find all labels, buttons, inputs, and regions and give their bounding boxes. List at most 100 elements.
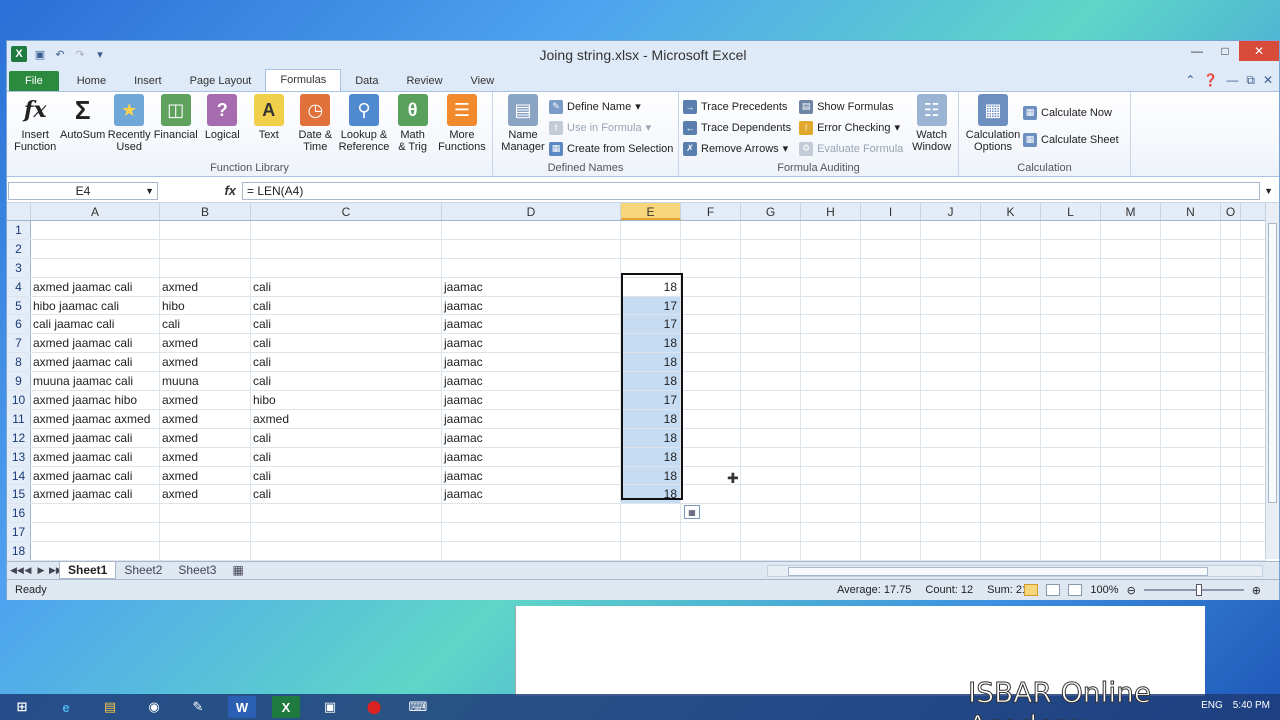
cell-j9[interactable] <box>921 372 981 391</box>
cell-a18[interactable] <box>31 542 160 561</box>
column-header-i[interactable]: I <box>861 203 921 220</box>
cell-b16[interactable] <box>160 504 251 523</box>
row-header[interactable]: 9 <box>7 372 31 391</box>
vertical-scrollbar[interactable] <box>1265 203 1279 559</box>
cell-l3[interactable] <box>1041 258 1101 277</box>
row-header[interactable]: 2 <box>7 239 31 258</box>
paint-icon[interactable]: ✎ <box>184 696 212 718</box>
cell-e12[interactable]: 18 <box>621 428 681 447</box>
row-header[interactable]: 4 <box>7 277 31 296</box>
cell-o16[interactable] <box>1221 504 1241 523</box>
cell-a8[interactable]: axmed jaamac cali <box>31 353 160 372</box>
use-in-formula-button[interactable]: f Use in Formula ▾ <box>549 119 673 136</box>
cell-e5[interactable]: 17 <box>621 296 681 315</box>
trace-precedents-button[interactable]: → Trace Precedents <box>683 98 791 115</box>
cell-k18[interactable] <box>981 542 1041 561</box>
cell-m7[interactable] <box>1101 334 1161 353</box>
cell-h2[interactable] <box>801 239 861 258</box>
cell-g17[interactable] <box>741 523 801 542</box>
column-header-d[interactable]: D <box>442 203 621 220</box>
cell-c3[interactable] <box>251 258 442 277</box>
cell-f18[interactable] <box>681 542 741 561</box>
name-box[interactable]: E4 ▼ <box>8 181 158 200</box>
name-box-dropdown-icon[interactable]: ▼ <box>145 183 154 199</box>
cell-e14[interactable]: 18 <box>621 466 681 485</box>
row-header[interactable]: 8 <box>7 353 31 372</box>
cell-h18[interactable] <box>801 542 861 561</box>
cell-o8[interactable] <box>1221 353 1241 372</box>
column-header-l[interactable]: L <box>1041 203 1101 220</box>
row-header[interactable]: 16 <box>7 504 31 523</box>
notes-icon[interactable]: ▣ <box>316 696 344 718</box>
zoom-slider[interactable] <box>1143 584 1244 596</box>
cell-f10[interactable] <box>681 391 741 409</box>
column-header-f[interactable]: F <box>681 203 741 220</box>
cell-e2[interactable] <box>621 239 681 258</box>
vertical-scroll-thumb[interactable] <box>1268 223 1277 503</box>
select-all-corner[interactable] <box>7 203 31 220</box>
cell-e16[interactable] <box>621 504 681 523</box>
cell-c9[interactable]: cali <box>251 372 442 391</box>
cell-c14[interactable]: cali <box>251 466 442 485</box>
cell-i3[interactable] <box>861 258 921 277</box>
cell-i18[interactable] <box>861 542 921 561</box>
row-header[interactable]: 15 <box>7 485 31 504</box>
cell-m15[interactable] <box>1101 485 1161 504</box>
cell-d14[interactable]: jaamac <box>442 466 621 485</box>
cell-b12[interactable]: axmed <box>160 428 251 447</box>
cell-c11[interactable]: axmed <box>251 409 442 428</box>
cell-a13[interactable]: axmed jaamac cali <box>31 447 160 466</box>
cell-n12[interactable] <box>1161 428 1221 447</box>
insert-sheet-icon[interactable]: ▦ <box>224 562 251 579</box>
cell-l8[interactable] <box>1041 353 1101 372</box>
cell-b15[interactable]: axmed <box>160 485 251 504</box>
cell-n2[interactable] <box>1161 239 1221 258</box>
cell-d16[interactable] <box>442 504 621 523</box>
cell-m1[interactable] <box>1101 221 1161 239</box>
cell-a7[interactable]: axmed jaamac cali <box>31 334 160 353</box>
cell-m2[interactable] <box>1101 239 1161 258</box>
cell-j5[interactable] <box>921 296 981 315</box>
normal-view-button[interactable] <box>1024 584 1039 596</box>
spreadsheet-grid[interactable]: ABCDEFGHIJKLMNO 1 2 3 4 axmed jaamac cali axm… <box>7 203 1267 562</box>
calculate-sheet-button[interactable]: ▦ Calculate Sheet <box>1023 131 1119 148</box>
cell-h15[interactable] <box>801 485 861 504</box>
tab-file[interactable]: File <box>9 71 59 91</box>
cell-d3[interactable] <box>442 258 621 277</box>
cell-h10[interactable] <box>801 391 861 409</box>
cell-i9[interactable] <box>861 372 921 391</box>
cell-h14[interactable] <box>801 466 861 485</box>
cell-j7[interactable] <box>921 334 981 353</box>
cell-d11[interactable]: jaamac <box>442 409 621 428</box>
cell-o15[interactable] <box>1221 485 1241 504</box>
cell-o3[interactable] <box>1221 258 1241 277</box>
cell-d6[interactable]: jaamac <box>442 315 621 334</box>
cell-g15[interactable] <box>741 485 801 504</box>
cell-a3[interactable] <box>31 258 160 277</box>
cell-b7[interactable]: axmed <box>160 334 251 353</box>
auto-fill-options-icon[interactable]: ▦ <box>684 505 700 519</box>
cell-m5[interactable] <box>1101 296 1161 315</box>
cell-o12[interactable] <box>1221 428 1241 447</box>
cell-l1[interactable] <box>1041 221 1101 239</box>
row-header[interactable]: 14 <box>7 466 31 485</box>
cell-i4[interactable] <box>861 277 921 296</box>
cell-b9[interactable]: muuna <box>160 372 251 391</box>
cell-l5[interactable] <box>1041 296 1101 315</box>
cell-n13[interactable] <box>1161 447 1221 466</box>
cell-b6[interactable]: cali <box>160 315 251 334</box>
cell-h11[interactable] <box>801 409 861 428</box>
column-header-n[interactable]: N <box>1161 203 1221 220</box>
cell-a1[interactable] <box>31 221 160 239</box>
cell-k9[interactable] <box>981 372 1041 391</box>
cell-h13[interactable] <box>801 447 861 466</box>
cell-b10[interactable]: axmed <box>160 391 251 409</box>
cell-b14[interactable]: axmed <box>160 466 251 485</box>
prev-sheet-icon[interactable]: ◀ <box>23 565 33 576</box>
row-header[interactable]: 1 <box>7 221 31 239</box>
cell-g7[interactable] <box>741 334 801 353</box>
cell-k4[interactable] <box>981 277 1041 296</box>
row-header[interactable]: 11 <box>7 409 31 428</box>
cell-k3[interactable] <box>981 258 1041 277</box>
cell-i7[interactable] <box>861 334 921 353</box>
